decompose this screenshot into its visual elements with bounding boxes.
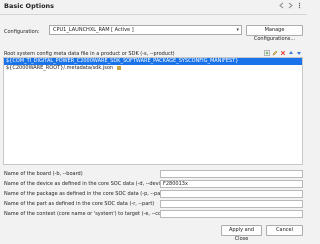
edit-icon[interactable]: [272, 50, 278, 56]
apply-and-close-button[interactable]: Apply and Close: [221, 225, 262, 242]
header-divider: [0, 14, 307, 15]
product-list[interactable]: ${COM_TI_DIGITAL_POWER_C2000WARE_SDK_SOF…: [3, 57, 303, 165]
package-field[interactable]: [160, 190, 303, 198]
add-icon[interactable]: [264, 50, 270, 56]
delete-icon[interactable]: [280, 50, 286, 56]
part-field[interactable]: [160, 200, 303, 208]
forward-icon[interactable]: [287, 2, 294, 9]
device-label: Name of the device as defined in the cor…: [4, 181, 168, 187]
part-label: Name of the part as defined in the core …: [4, 201, 155, 207]
page-title: Basic Options: [4, 2, 55, 10]
back-icon[interactable]: [278, 2, 285, 9]
list-item-text: ${COM_TI_DIGITAL_POWER_C2000WARE_SDK_SOF…: [6, 58, 239, 64]
move-down-icon[interactable]: [296, 50, 302, 56]
toolbar: [278, 2, 303, 9]
configuration-select[interactable]: CPU1_LAUNCHXL_RAM [ Active ] ▾: [49, 25, 242, 35]
list-item[interactable]: ${COM_TI_DIGITAL_POWER_C2000WARE_SDK_SOF…: [4, 58, 302, 65]
file-icon: [116, 65, 121, 70]
chevron-down-icon: ▾: [236, 27, 239, 33]
context-field[interactable]: [160, 210, 303, 218]
move-up-icon[interactable]: [288, 50, 294, 56]
cancel-button[interactable]: Cancel: [266, 225, 303, 236]
device-field[interactable]: F280013x: [160, 180, 303, 188]
manage-configurations-button[interactable]: Manage Configurations...: [246, 25, 303, 42]
configuration-label: Configuration:: [4, 29, 40, 35]
board-field[interactable]: [160, 170, 303, 178]
menu-icon[interactable]: [296, 2, 303, 9]
list-item-text: ${C2000WARE_ROOT}/.metadata/sdk.json: [6, 65, 114, 71]
package-label: Name of the package as defined in the co…: [4, 191, 178, 197]
list-item[interactable]: ${C2000WARE_ROOT}/.metadata/sdk.json: [4, 65, 302, 72]
context-label: Name of the context (core name or 'syste…: [4, 211, 177, 217]
configuration-selected-value: CPU1_LAUNCHXL_RAM [ Active ]: [53, 27, 134, 33]
list-toolbar: [264, 50, 302, 56]
board-label: Name of the board (-b, --board): [4, 171, 83, 177]
